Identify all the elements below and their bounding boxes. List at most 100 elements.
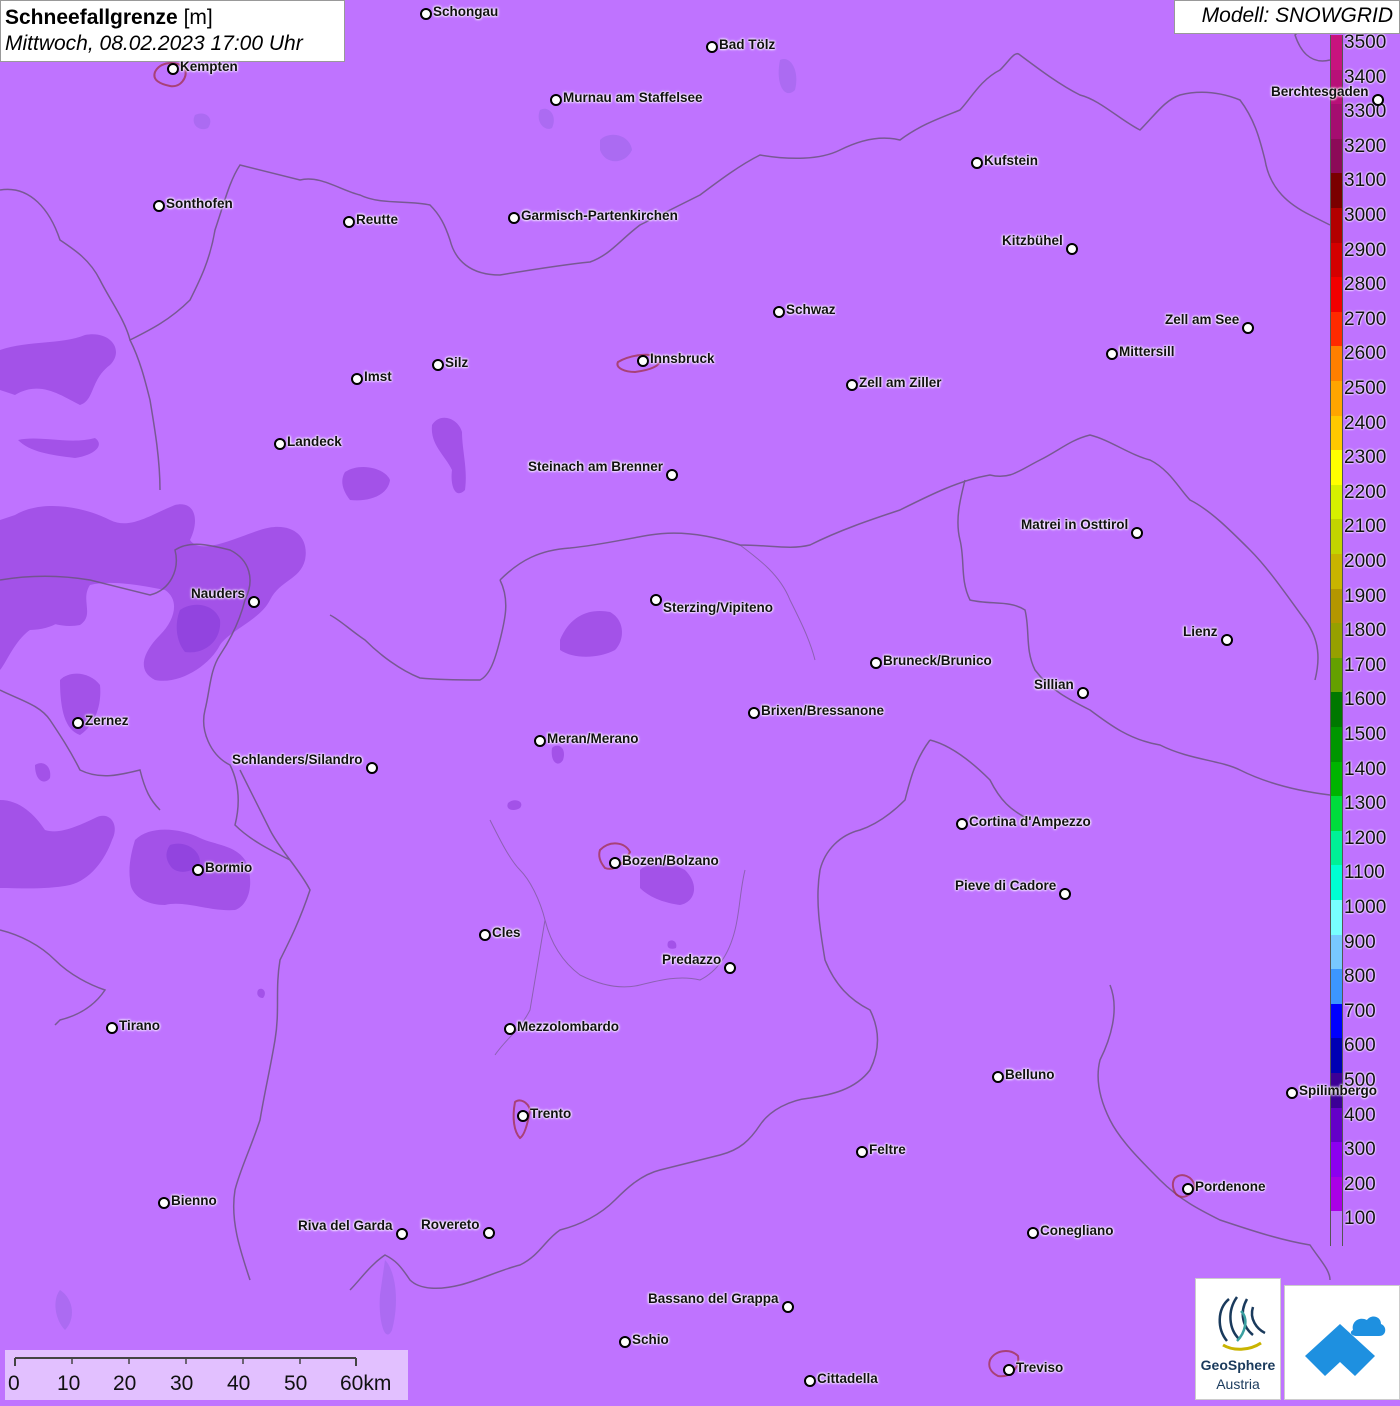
city-marker[interactable] (724, 962, 736, 974)
city-marker[interactable] (1077, 687, 1089, 699)
city-label[interactable]: Pieve di Cadore (955, 878, 1056, 894)
city-marker[interactable] (479, 929, 491, 941)
city-label[interactable]: Steinach am Brenner (528, 459, 663, 475)
city-label[interactable]: Kempten (180, 59, 238, 75)
city-label[interactable]: Riva del Garda (298, 1218, 393, 1234)
city-label[interactable]: Mittersill (1119, 344, 1175, 360)
city-marker[interactable] (637, 355, 649, 367)
city-marker[interactable] (534, 735, 546, 747)
city-marker[interactable] (1106, 348, 1118, 360)
city-marker[interactable] (550, 94, 562, 106)
city-marker[interactable] (432, 359, 444, 371)
city-label[interactable]: Belluno (1005, 1067, 1055, 1083)
city-marker[interactable] (1059, 888, 1071, 900)
city-label[interactable]: Berchtesgaden (1271, 84, 1369, 100)
city-marker[interactable] (1372, 94, 1384, 106)
city-label[interactable]: Brixen/Bressanone (761, 703, 884, 719)
city-marker[interactable] (343, 216, 355, 228)
city-marker[interactable] (856, 1146, 868, 1158)
city-label[interactable]: Rovereto (421, 1217, 480, 1233)
city-label[interactable]: Cles (492, 925, 521, 941)
city-marker[interactable] (248, 596, 260, 608)
city-label[interactable]: Kufstein (984, 153, 1038, 169)
city-label[interactable]: Conegliano (1040, 1223, 1114, 1239)
city-label[interactable]: Imst (364, 369, 392, 385)
city-label[interactable]: Nauders (191, 586, 245, 602)
city-marker[interactable] (1221, 634, 1233, 646)
city-marker[interactable] (483, 1227, 495, 1239)
city-marker[interactable] (804, 1375, 816, 1387)
city-marker[interactable] (1182, 1183, 1194, 1195)
city-marker[interactable] (167, 63, 179, 75)
city-marker[interactable] (72, 717, 84, 729)
city-label[interactable]: Zell am See (1165, 312, 1239, 328)
city-marker[interactable] (351, 373, 363, 385)
city-label[interactable]: Feltre (869, 1142, 906, 1158)
city-label[interactable]: Landeck (287, 434, 342, 450)
city-label[interactable]: Bad Tölz (719, 37, 775, 53)
city-label[interactable]: Bassano del Grappa (648, 1291, 779, 1307)
city-marker[interactable] (106, 1022, 118, 1034)
city-marker[interactable] (153, 200, 165, 212)
city-label[interactable]: Mezzolombardo (517, 1019, 619, 1035)
city-label[interactable]: Kitzbühel (1002, 233, 1063, 249)
city-marker[interactable] (1066, 243, 1078, 255)
city-marker[interactable] (192, 864, 204, 876)
city-marker[interactable] (782, 1301, 794, 1313)
city-label[interactable]: Schongau (433, 4, 498, 20)
city-label[interactable]: Murnau am Staffelsee (563, 90, 703, 106)
city-marker[interactable] (1286, 1087, 1298, 1099)
city-marker[interactable] (870, 657, 882, 669)
city-marker[interactable] (971, 157, 983, 169)
city-marker[interactable] (706, 41, 718, 53)
city-label[interactable]: Meran/Merano (547, 731, 639, 747)
city-marker[interactable] (666, 469, 678, 481)
city-label[interactable]: Treviso (1016, 1360, 1063, 1376)
city-label[interactable]: Garmisch-Partenkirchen (521, 208, 678, 224)
city-label[interactable]: Sterzing/Vipiteno (663, 600, 773, 616)
snow-app-logo[interactable] (1284, 1285, 1400, 1400)
city-marker[interactable] (956, 818, 968, 830)
city-label[interactable]: Schio (632, 1332, 669, 1348)
city-label[interactable]: Tirano (119, 1018, 160, 1034)
city-label[interactable]: Zernez (85, 713, 129, 729)
city-marker[interactable] (773, 306, 785, 318)
city-label[interactable]: Pordenone (1195, 1179, 1266, 1195)
city-marker[interactable] (1242, 322, 1254, 334)
city-marker[interactable] (650, 594, 662, 606)
city-label[interactable]: Reutte (356, 212, 398, 228)
city-marker[interactable] (846, 379, 858, 391)
city-label[interactable]: Lienz (1183, 624, 1218, 640)
city-marker[interactable] (619, 1336, 631, 1348)
city-label[interactable]: Bozen/Bolzano (622, 853, 719, 869)
city-marker[interactable] (517, 1110, 529, 1122)
city-label[interactable]: Bruneck/Brunico (883, 653, 992, 669)
city-label[interactable]: Bienno (171, 1193, 217, 1209)
city-marker[interactable] (508, 212, 520, 224)
city-marker[interactable] (158, 1197, 170, 1209)
city-marker[interactable] (274, 438, 286, 450)
city-marker[interactable] (609, 857, 621, 869)
city-label[interactable]: Bormio (205, 860, 252, 876)
city-marker[interactable] (1131, 527, 1143, 539)
city-label[interactable]: Trento (530, 1106, 571, 1122)
city-label[interactable]: Schwaz (786, 302, 836, 318)
city-label[interactable]: Innsbruck (650, 351, 715, 367)
city-marker[interactable] (748, 707, 760, 719)
city-marker[interactable] (1027, 1227, 1039, 1239)
city-marker[interactable] (396, 1228, 408, 1240)
city-label[interactable]: Silz (445, 355, 468, 371)
city-marker[interactable] (1003, 1364, 1015, 1376)
city-marker[interactable] (992, 1071, 1004, 1083)
city-label[interactable]: Schlanders/Silandro (232, 752, 363, 768)
city-label[interactable]: Sillian (1034, 677, 1074, 693)
geosphere-logo[interactable]: GeoSphere Austria (1195, 1278, 1281, 1400)
city-marker[interactable] (504, 1023, 516, 1035)
city-label[interactable]: Sonthofen (166, 196, 233, 212)
city-label[interactable]: Cittadella (817, 1371, 878, 1387)
city-label[interactable]: Predazzo (662, 952, 721, 968)
city-label[interactable]: Cortina d'Ampezzo (969, 814, 1091, 830)
city-marker[interactable] (420, 8, 432, 20)
city-marker[interactable] (366, 762, 378, 774)
city-label[interactable]: Spilimbergo (1299, 1083, 1377, 1099)
